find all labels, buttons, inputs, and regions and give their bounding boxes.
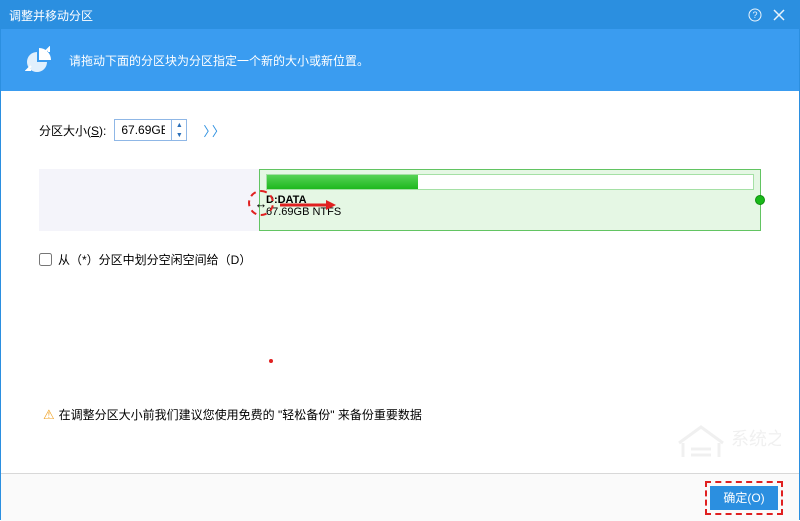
partition-info: 67.69GB NTFS: [266, 206, 754, 218]
highlight-circle: ↔: [248, 190, 274, 216]
free-space-left[interactable]: [39, 169, 259, 231]
size-input[interactable]: [115, 120, 171, 140]
allocate-checkbox-row: 从（*）分区中划分空闲空间给（D）: [39, 251, 761, 268]
warning-icon: ⚠: [43, 407, 55, 423]
size-label: 分区大小(S):: [39, 122, 106, 139]
svg-text:系统之家: 系统之家: [731, 429, 781, 449]
drag-icon: ↔: [255, 196, 268, 211]
usage-bar: [266, 174, 754, 190]
svg-text:?: ?: [752, 10, 757, 20]
ok-highlight: 确定(O): [705, 481, 783, 515]
title-bar: 调整并移动分区 ?: [1, 1, 799, 29]
ok-button[interactable]: 确定(O): [710, 486, 778, 510]
expand-toggle[interactable]: 〉〉: [203, 121, 227, 140]
footer: 确定(O): [1, 473, 799, 521]
spin-up-icon[interactable]: ▲: [172, 120, 186, 130]
resize-handle-right[interactable]: [755, 195, 765, 205]
allocate-label: 从（*）分区中划分空闲空间给（D）: [58, 251, 251, 268]
marker-dot: [269, 359, 273, 363]
watermark: 系统之家: [671, 405, 781, 465]
allocate-checkbox[interactable]: [39, 253, 52, 266]
partition-icon: [25, 46, 53, 74]
partition-bar[interactable]: D:DATA 67.69GB NTFS ↔: [39, 169, 761, 231]
partition-name: D:DATA: [266, 194, 754, 206]
partition-block[interactable]: D:DATA 67.69GB NTFS ↔: [259, 169, 761, 231]
arrow-icon: [280, 199, 336, 211]
size-row: 分区大小(S): ▲ ▼ 〉〉: [39, 119, 761, 141]
spin-down-icon[interactable]: ▼: [172, 130, 186, 140]
content-area: 分区大小(S): ▲ ▼ 〉〉 D:DATA 67.69GB NTFS ↔: [1, 91, 799, 521]
banner-text: 请拖动下面的分区块为分区指定一个新的大小或新位置。: [69, 52, 369, 69]
window-title: 调整并移动分区: [9, 7, 743, 24]
warning-text: 在调整分区大小前我们建议您使用免费的 "轻松备份" 来备份重要数据: [59, 406, 422, 423]
warning-row: ⚠ 在调整分区大小前我们建议您使用免费的 "轻松备份" 来备份重要数据: [43, 406, 422, 423]
size-spinbox[interactable]: ▲ ▼: [114, 119, 187, 141]
close-icon[interactable]: [767, 3, 791, 27]
banner: 请拖动下面的分区块为分区指定一个新的大小或新位置。: [1, 29, 799, 91]
help-icon[interactable]: ?: [743, 3, 767, 27]
usage-fill: [267, 175, 418, 189]
